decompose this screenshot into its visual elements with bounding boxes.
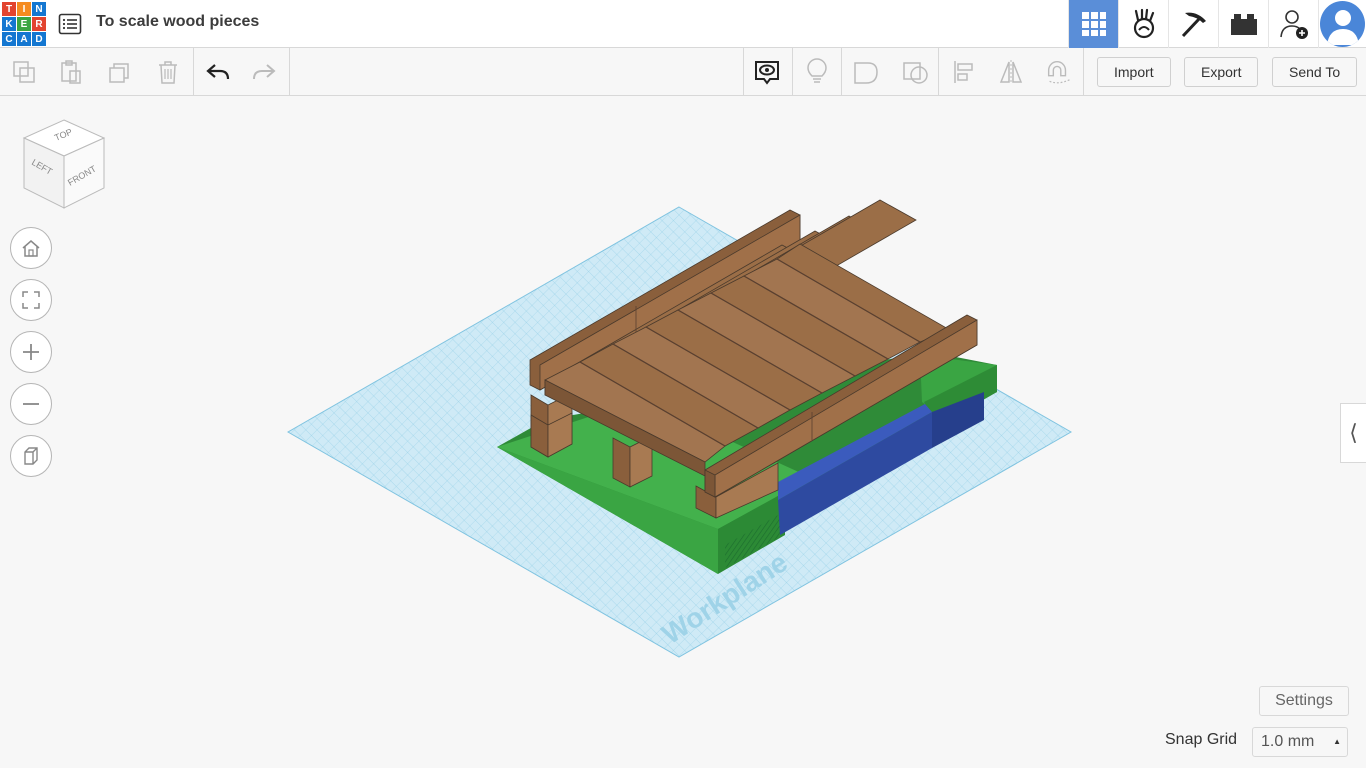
logo-letter: I [17, 2, 31, 16]
logo-letter: A [17, 32, 31, 46]
design-canvas[interactable]: Workplane [0, 97, 1366, 768]
3d-design-grid-icon[interactable] [1068, 0, 1118, 48]
list-icon [58, 13, 82, 35]
group-icon[interactable] [852, 58, 880, 86]
undo-icon[interactable] [204, 58, 232, 86]
design-list-button[interactable] [58, 12, 82, 36]
logo-letter: K [2, 17, 16, 31]
snap-grid-select[interactable]: 1.0 mm ▲ [1252, 727, 1348, 757]
codeblocks-icon[interactable] [1118, 0, 1168, 48]
logo-letter: N [32, 2, 46, 16]
dropdown-arrow-icon: ▲ [1333, 737, 1341, 746]
design-title[interactable]: To scale wood pieces [96, 13, 259, 31]
send-to-button[interactable]: Send To [1272, 57, 1358, 87]
ungroup-icon[interactable] [901, 58, 929, 86]
perspective-toggle-button[interactable] [10, 435, 52, 477]
fit-all-button[interactable] [10, 279, 52, 321]
logo-letter: D [32, 32, 46, 46]
fit-view-icon [22, 291, 40, 309]
view-cube[interactable]: TOP LEFT FRONT [18, 118, 110, 210]
export-button[interactable]: Export [1184, 57, 1259, 87]
perspective-icon [24, 447, 38, 465]
add-user-icon[interactable] [1268, 0, 1318, 48]
lego-brick-icon[interactable] [1218, 0, 1268, 48]
snap-grid-value: 1.0 mm [1261, 733, 1315, 750]
redo-icon[interactable] [250, 58, 278, 86]
edit-toolbar: Import Export Send To [0, 48, 1366, 96]
delete-icon[interactable] [154, 58, 182, 86]
logo-letter: R [32, 17, 46, 31]
duplicate-icon[interactable] [106, 58, 134, 86]
settings-button[interactable]: Settings [1259, 686, 1349, 716]
zoom-out-button[interactable] [10, 383, 52, 425]
minecraft-pickaxe-icon[interactable] [1168, 0, 1218, 48]
mirror-icon[interactable] [997, 58, 1025, 86]
user-avatar-icon[interactable] [1318, 0, 1366, 48]
paste-icon[interactable] [57, 58, 85, 86]
logo-letter: T [2, 2, 16, 16]
chevron-left-icon: ⟨ [1349, 420, 1358, 445]
plus-icon [23, 344, 39, 360]
minus-icon [23, 403, 39, 405]
snap-grid-label: Snap Grid [1165, 731, 1238, 748]
tinkercad-logo[interactable]: T I N K E R C A D [2, 2, 46, 46]
top-header: T I N K E R C A D To scale wood pieces [0, 0, 1366, 48]
import-button[interactable]: Import [1097, 57, 1171, 87]
copy-icon[interactable] [10, 58, 38, 86]
home-view-button[interactable] [10, 227, 52, 269]
shapes-panel-toggle[interactable]: ⟨ [1340, 403, 1366, 463]
home-icon [22, 240, 40, 257]
zoom-in-button[interactable] [10, 331, 52, 373]
logo-letter: E [17, 17, 31, 31]
cruise-magnet-icon[interactable] [1044, 58, 1072, 86]
lightbulb-icon[interactable] [803, 58, 831, 86]
align-icon[interactable] [950, 58, 978, 86]
logo-letter: C [2, 32, 16, 46]
show-hide-icon[interactable] [753, 58, 781, 86]
